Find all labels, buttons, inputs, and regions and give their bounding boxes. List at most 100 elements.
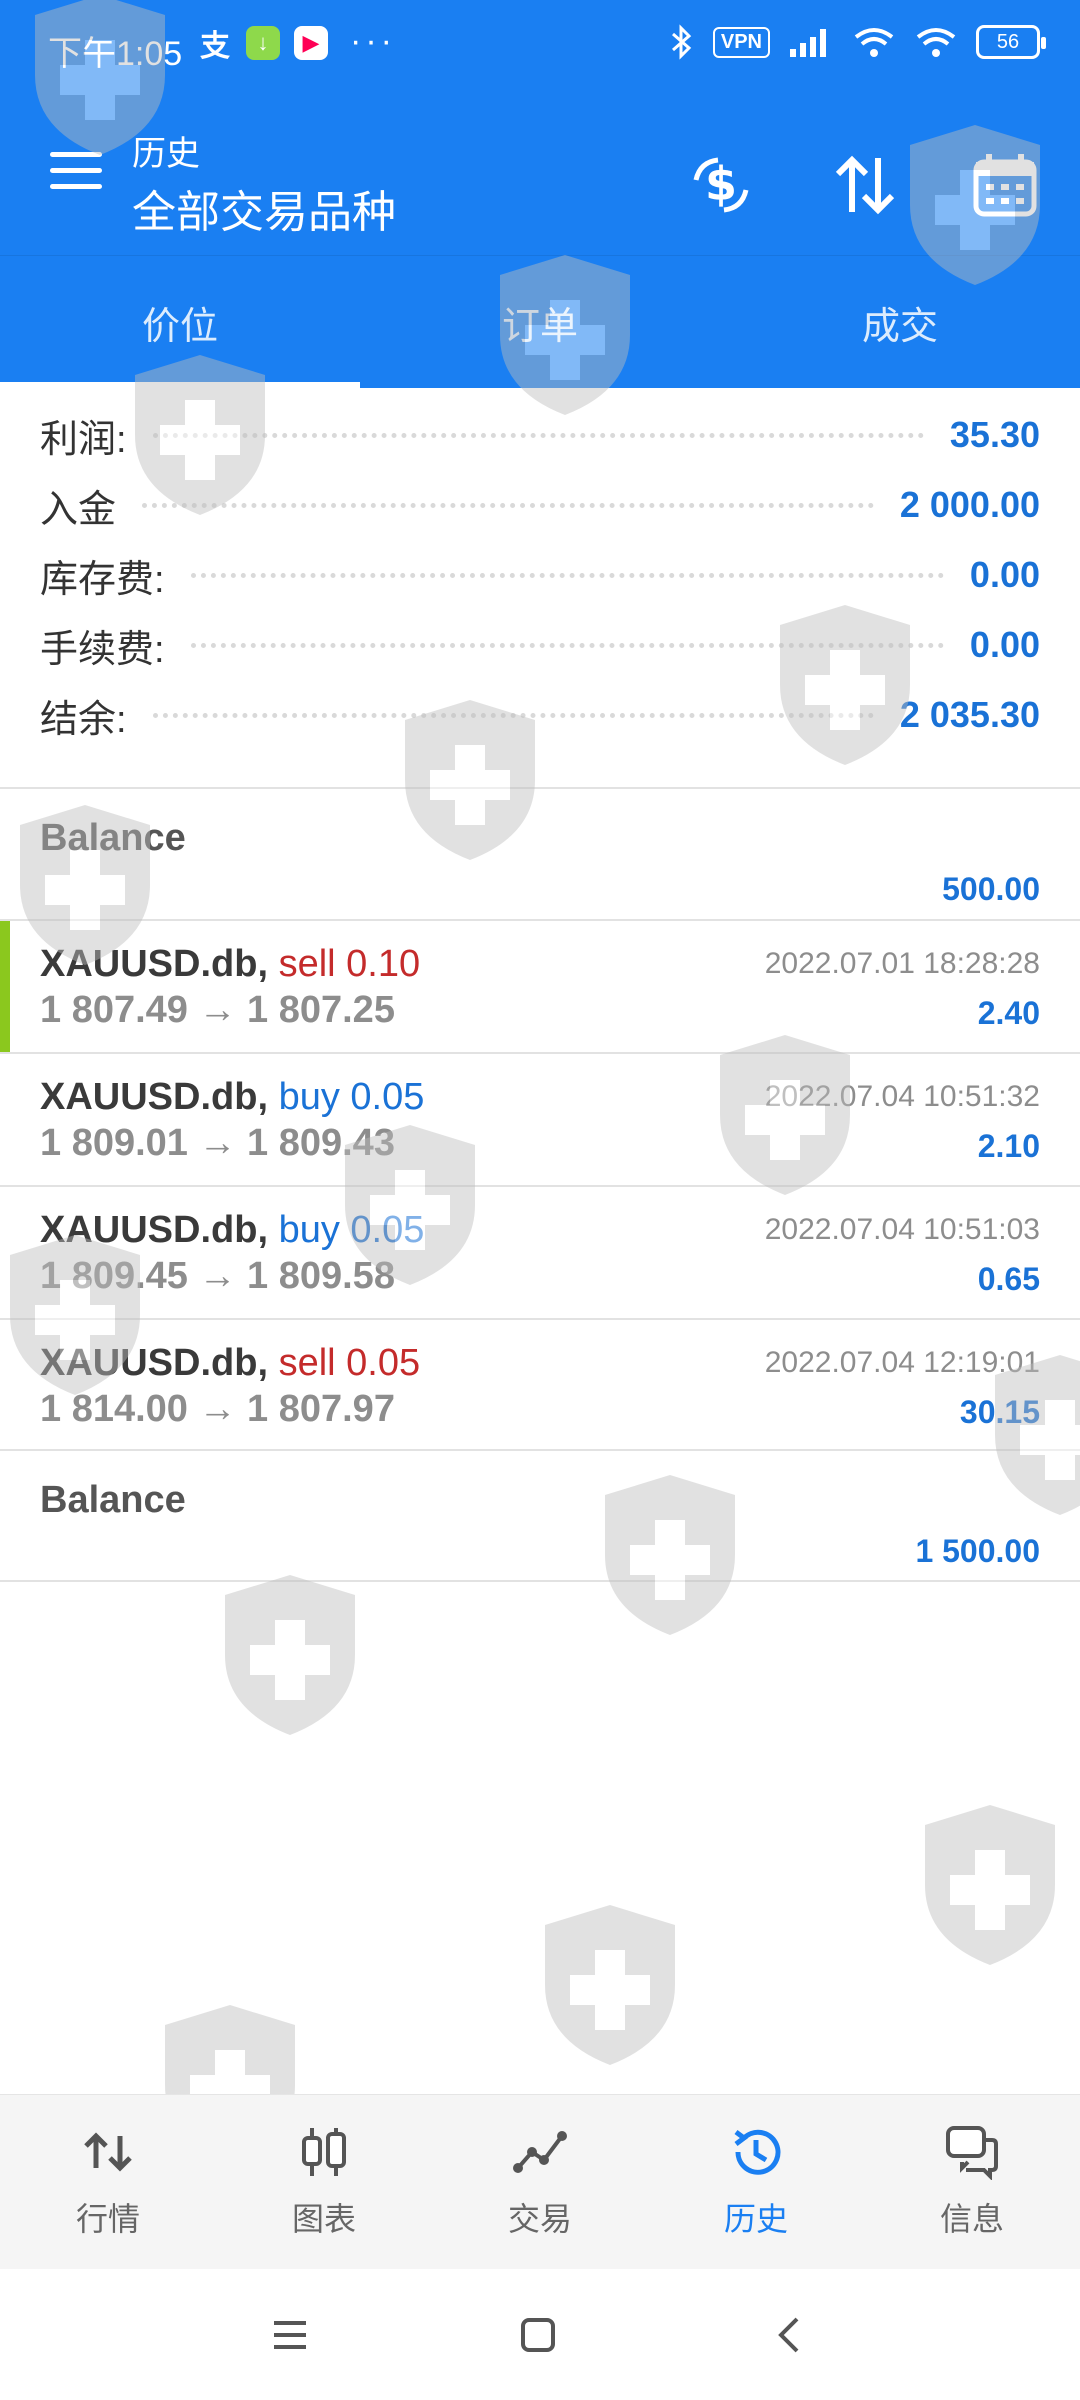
wifi-icon bbox=[854, 28, 894, 57]
tab-price[interactable]: 价位 bbox=[0, 256, 360, 388]
app-bar: 历史 全部交易品种 $ bbox=[0, 100, 1080, 256]
vpn-icon: VPN bbox=[712, 26, 770, 58]
summary-row-profit: 利润: 35.30 bbox=[0, 400, 1080, 470]
bottom-nav: 行情 图表 交易 历史 信息 bbox=[0, 2094, 1080, 2269]
deal-row[interactable]: XAUUSD.db, sell 0.10 1 807.49 → 1 807.25… bbox=[0, 921, 1080, 1052]
summary-value: 0.00 bbox=[969, 554, 1040, 595]
tab-bar: 价位 订单 成交 bbox=[0, 256, 1080, 388]
deal-profit: 30.15 bbox=[959, 1394, 1040, 1430]
page-title[interactable]: 全部交易品种 bbox=[132, 176, 396, 240]
system-status-icons: VPN 56 bbox=[669, 24, 1046, 60]
deal-time: 2022.07.04 10:51:32 bbox=[764, 1080, 1040, 1113]
deal-symbol: XAUUSD.db, bbox=[40, 943, 268, 985]
dotted-leader bbox=[152, 712, 874, 718]
nav-charts[interactable]: 图表 bbox=[216, 2095, 432, 2269]
deal-profit: 2.40 bbox=[977, 995, 1040, 1031]
dotted-leader bbox=[142, 502, 874, 508]
nav-quotes[interactable]: 行情 bbox=[0, 2095, 216, 2269]
watermark-shield-icon bbox=[225, 1575, 355, 1735]
deal-symbol: XAUUSD.db, bbox=[40, 1209, 268, 1251]
wifi-2-icon bbox=[916, 28, 956, 57]
history-icon bbox=[734, 2129, 781, 2175]
selected-marker bbox=[0, 921, 10, 1052]
signal-icon bbox=[790, 29, 826, 57]
summary-value: 35.30 bbox=[949, 414, 1040, 455]
watermark-shield-icon bbox=[925, 1805, 1055, 1965]
battery-icon: 56 bbox=[976, 25, 1046, 59]
tab-deals[interactable]: 成交 bbox=[720, 256, 1080, 388]
summary-value: 2 000.00 bbox=[899, 484, 1040, 525]
status-time: 下午1:05 bbox=[48, 35, 183, 73]
deal-side: buy 0.05 bbox=[278, 1209, 425, 1251]
nav-label: 行情 bbox=[75, 2201, 140, 2237]
summary-label: 库存费: bbox=[40, 558, 165, 601]
dotted-leader bbox=[152, 432, 924, 438]
sort-icon[interactable] bbox=[830, 150, 900, 220]
nav-label: 信息 bbox=[939, 2201, 1004, 2237]
status-bar: 下午1:05 支 ↓ ▶ ··· VPN 56 bbox=[0, 0, 1080, 100]
summary-label: 手续费: bbox=[40, 628, 165, 671]
balance-label: Balance bbox=[40, 1479, 186, 1521]
deal-time: 2022.07.04 12:19:01 bbox=[764, 1346, 1040, 1379]
deal-time: 2022.07.01 18:28:28 bbox=[764, 947, 1040, 980]
recents-icon[interactable] bbox=[262, 2307, 318, 2363]
nav-history[interactable]: 历史 bbox=[648, 2095, 864, 2269]
currency-swap-icon[interactable]: $ bbox=[686, 150, 756, 220]
trade-icon bbox=[513, 2131, 567, 2173]
svg-text:$: $ bbox=[705, 157, 737, 211]
deal-side: sell 0.10 bbox=[278, 943, 421, 985]
deal-side: sell 0.05 bbox=[278, 1342, 421, 1384]
download-icon: ↓ bbox=[246, 26, 280, 60]
summary-value: 2 035.30 bbox=[899, 694, 1040, 735]
alipay-icon: 支 bbox=[200, 30, 230, 63]
summary-label: 结余: bbox=[40, 698, 127, 741]
more-notifications-icon: ··· bbox=[350, 22, 396, 60]
deal-row[interactable]: XAUUSD.db, sell 0.05 1 814.00 → 1 807.97… bbox=[0, 1320, 1080, 1451]
deal-prices: 1 809.01 → 1 809.43 bbox=[40, 1122, 395, 1164]
divider bbox=[0, 1580, 1080, 1582]
dotted-leader bbox=[190, 642, 944, 648]
summary-row-deposit: 入金 2 000.00 bbox=[0, 470, 1080, 540]
summary-label: 入金 bbox=[40, 488, 117, 531]
nav-trade[interactable]: 交易 bbox=[432, 2095, 648, 2269]
summary-row-swap: 库存费: 0.00 bbox=[0, 540, 1080, 610]
back-icon[interactable] bbox=[760, 2307, 816, 2363]
deal-prices: 1 809.45 → 1 809.58 bbox=[40, 1255, 395, 1297]
balance-label: Balance bbox=[40, 817, 186, 859]
deal-symbol: XAUUSD.db, bbox=[40, 1076, 268, 1118]
dotted-leader bbox=[190, 572, 944, 578]
nav-label: 历史 bbox=[723, 2201, 788, 2237]
menu-icon[interactable] bbox=[50, 152, 102, 192]
system-nav-bar bbox=[0, 2269, 1080, 2400]
balance-entry[interactable]: Balance 500.00 bbox=[0, 789, 1080, 919]
summary-value: 0.00 bbox=[969, 624, 1040, 665]
play-store-icon: ▶ bbox=[294, 26, 328, 60]
balance-entry[interactable]: Balance 1 500.00 bbox=[0, 1451, 1080, 1581]
nav-label: 图表 bbox=[291, 2201, 356, 2237]
tab-orders[interactable]: 订单 bbox=[360, 256, 720, 388]
notification-icons: 支 ↓ ▶ bbox=[198, 26, 328, 63]
calendar-icon[interactable] bbox=[970, 150, 1040, 220]
nav-label: 交易 bbox=[507, 2201, 572, 2237]
watermark-shield-icon bbox=[545, 1905, 675, 2065]
deal-profit: 0.65 bbox=[977, 1261, 1040, 1297]
balance-value: 1 500.00 bbox=[915, 1533, 1040, 1569]
deal-profit: 2.10 bbox=[977, 1128, 1040, 1164]
page-subtitle: 历史 bbox=[132, 135, 200, 173]
summary-row-commission: 手续费: 0.00 bbox=[0, 610, 1080, 680]
deal-row[interactable]: XAUUSD.db, buy 0.05 1 809.45 → 1 809.58 … bbox=[0, 1187, 1080, 1318]
deal-row[interactable]: XAUUSD.db, buy 0.05 1 809.01 → 1 809.43 … bbox=[0, 1054, 1080, 1185]
deal-prices: 1 814.00 → 1 807.97 bbox=[40, 1388, 395, 1430]
balance-value: 500.00 bbox=[942, 871, 1040, 907]
home-icon[interactable] bbox=[510, 2307, 566, 2363]
deal-symbol: XAUUSD.db, bbox=[40, 1342, 268, 1384]
nav-messages[interactable]: 信息 bbox=[864, 2095, 1080, 2269]
deal-side: buy 0.05 bbox=[278, 1076, 425, 1118]
deal-prices: 1 807.49 → 1 807.25 bbox=[40, 989, 395, 1031]
chart-icon bbox=[302, 2128, 346, 2176]
summary-panel: 利润: 35.30 入金 2 000.00 库存费: 0.00 手续费: 0.0… bbox=[0, 400, 1080, 750]
messages-icon bbox=[946, 2126, 998, 2180]
deal-time: 2022.07.04 10:51:03 bbox=[764, 1213, 1040, 1246]
bluetooth-icon bbox=[671, 24, 692, 60]
summary-row-balance: 结余: 2 035.30 bbox=[0, 680, 1080, 750]
